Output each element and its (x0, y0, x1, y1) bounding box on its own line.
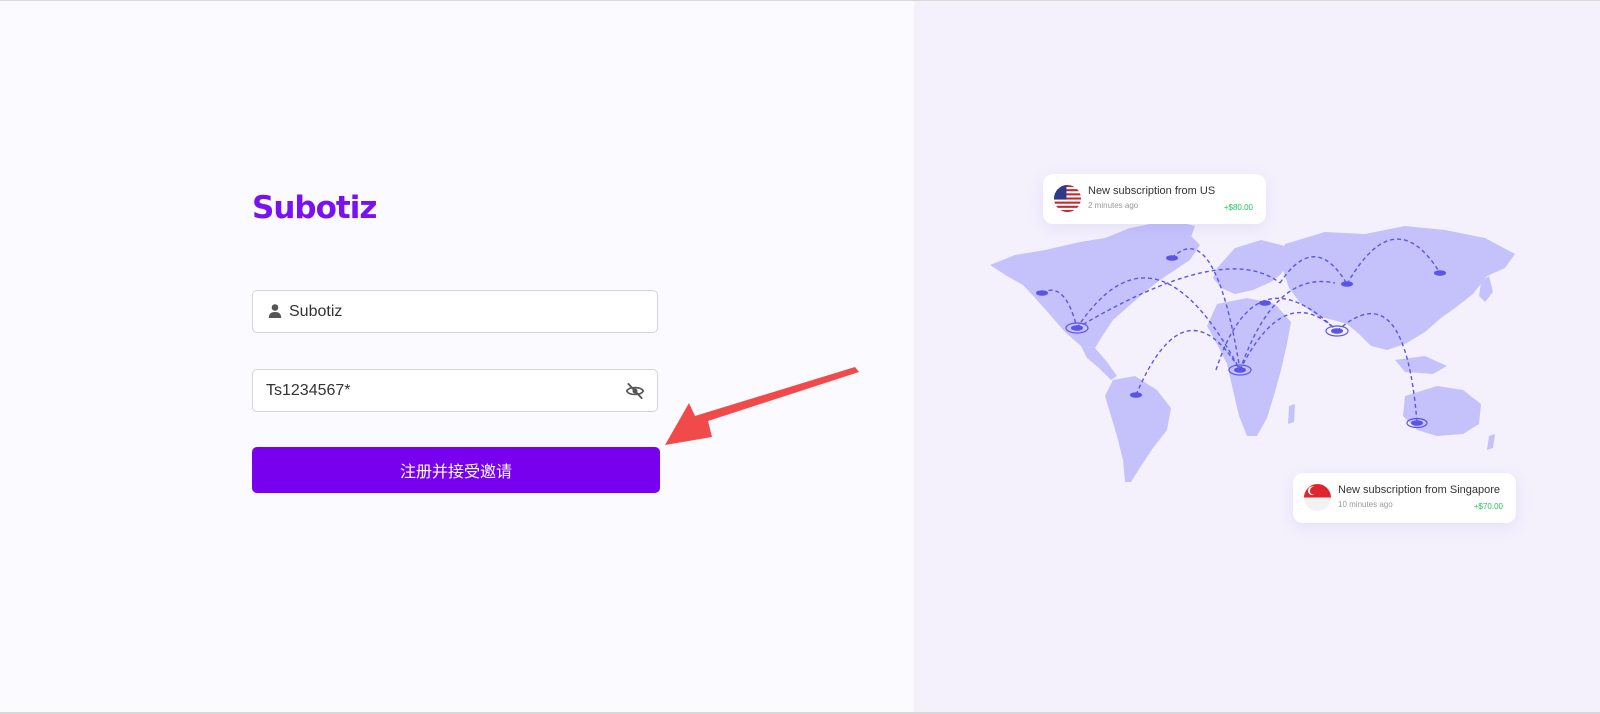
us-flag-icon (1054, 185, 1081, 212)
notification-amount: +$70.00 (1473, 502, 1503, 511)
world-map (990, 220, 1515, 482)
password-field[interactable] (252, 369, 658, 412)
notification-time: 2 minutes ago (1088, 201, 1139, 210)
brand-logo: Subotiz (252, 190, 377, 226)
notification-title: New subscription from US (1088, 185, 1216, 197)
annotation-arrow (665, 367, 859, 445)
user-icon (268, 304, 282, 318)
register-accept-invite-button[interactable]: 注册并接受邀请 (252, 447, 660, 493)
notification-title: New subscription from Singapore (1338, 484, 1501, 496)
login-panel (0, 1, 914, 714)
username-input[interactable] (289, 291, 639, 332)
notification-time: 10 minutes ago (1338, 500, 1393, 509)
notification-amount: +$80.00 (1223, 203, 1253, 212)
password-input[interactable] (266, 370, 606, 411)
notification-card-us: New subscription from US 2 minutes ago +… (1043, 174, 1266, 224)
username-field[interactable] (252, 290, 658, 333)
singapore-flag-icon (1304, 484, 1331, 511)
eye-off-icon[interactable] (625, 381, 645, 401)
notification-card-singapore: New subscription from Singapore 10 minut… (1293, 473, 1516, 523)
